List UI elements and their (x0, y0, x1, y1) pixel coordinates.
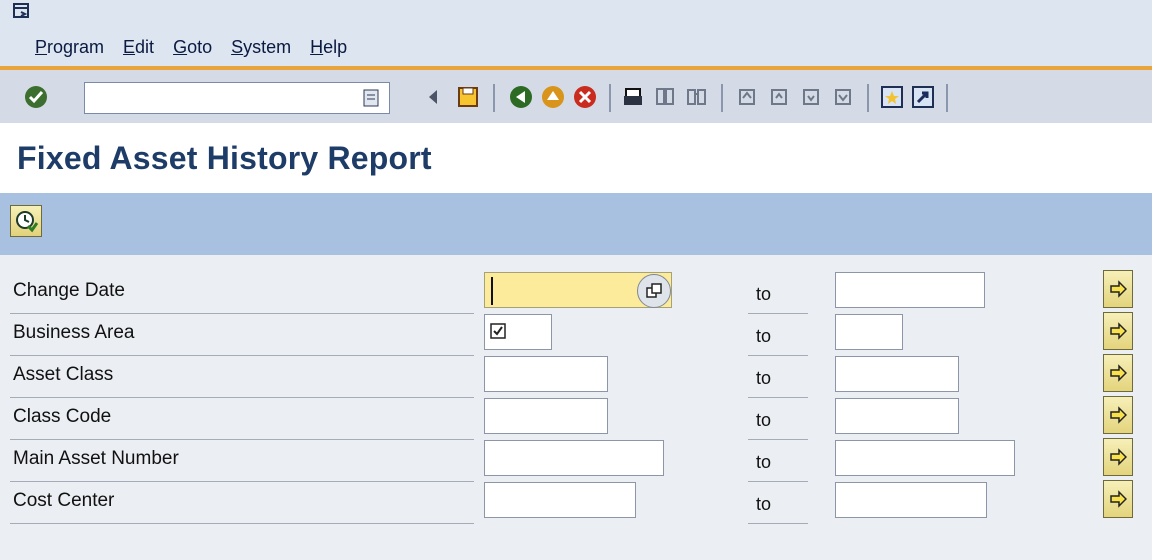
row-main-asset-number: Main Asset Number to (10, 438, 1133, 482)
arrow-right-icon (1110, 364, 1127, 382)
main-asset-number-to-input[interactable] (835, 440, 1015, 476)
row-change-date: Change Date to (10, 270, 1133, 314)
toolbar-separator (721, 84, 723, 112)
menu-goto[interactable]: Goto (173, 37, 212, 59)
change-date-to-input[interactable] (835, 272, 985, 308)
prev-page-icon[interactable] (766, 84, 792, 110)
arrow-right-icon (1110, 406, 1127, 424)
page-title: Fixed Asset History Report (17, 140, 432, 176)
execute-clock-icon (16, 211, 38, 233)
toolbar-separator (609, 84, 611, 112)
main-asset-number-label: Main Asset Number (13, 448, 179, 469)
asset-class-to-input[interactable] (835, 356, 959, 392)
cost-center-multiple-selection-button[interactable] (1103, 480, 1133, 518)
business-area-label: Business Area (13, 322, 135, 343)
back-icon[interactable] (508, 84, 534, 110)
change-date-label: Change Date (13, 280, 125, 301)
row-asset-class: Asset Class to (10, 354, 1133, 398)
standard-toolbar (0, 66, 1152, 123)
calendar-help-icon (646, 283, 662, 298)
arrow-right-icon (1110, 280, 1127, 298)
toolbar-separator (493, 84, 495, 112)
save-icon[interactable] (455, 84, 481, 110)
command-history-icon[interactable] (362, 88, 380, 108)
exit-icon[interactable] (540, 84, 566, 110)
cost-center-to-input[interactable] (835, 482, 987, 518)
to-underline (748, 523, 808, 524)
shortcut-icon[interactable] (910, 84, 936, 110)
execute-button[interactable] (10, 205, 42, 237)
checkbox-icon (490, 323, 506, 339)
toolbar-separator (946, 84, 948, 112)
menu-edit[interactable]: Edit (123, 37, 154, 59)
find-icon[interactable] (652, 84, 678, 110)
class-code-multiple-selection-button[interactable] (1103, 396, 1133, 434)
asset-class-from-input[interactable] (484, 356, 608, 392)
business-area-multiple-selection-button[interactable] (1103, 312, 1133, 350)
menu-bar: Program Edit Goto System Help (35, 37, 366, 59)
cost-center-from-input[interactable] (484, 482, 636, 518)
class-code-to-input[interactable] (835, 398, 959, 434)
back-triangle-icon[interactable] (420, 84, 446, 110)
business-area-to-input[interactable] (835, 314, 903, 350)
command-field[interactable] (84, 82, 390, 114)
row-cost-center: Cost Center to (10, 480, 1133, 524)
asset-class-label: Asset Class (13, 364, 114, 385)
menu-program[interactable]: Program (35, 37, 104, 59)
menu-system[interactable]: System (231, 37, 291, 59)
application-toolbar (0, 193, 1152, 255)
cost-center-label: Cost Center (13, 490, 115, 511)
first-page-icon[interactable] (734, 84, 760, 110)
menu-help[interactable]: Help (310, 37, 347, 59)
next-page-icon[interactable] (798, 84, 824, 110)
asset-class-multiple-selection-button[interactable] (1103, 354, 1133, 392)
class-code-label: Class Code (13, 406, 112, 427)
to-label: to (756, 494, 772, 514)
to-label: to (756, 284, 772, 304)
to-label: to (756, 368, 772, 388)
toolbar-separator (867, 84, 869, 112)
arrow-right-icon (1110, 448, 1127, 466)
text-cursor (491, 277, 493, 305)
change-date-calendar-button[interactable] (637, 274, 671, 308)
main-asset-number-multiple-selection-button[interactable] (1103, 438, 1133, 476)
label-underline (10, 523, 474, 524)
new-session-icon[interactable] (879, 84, 905, 110)
find-next-icon[interactable] (684, 84, 710, 110)
cancel-icon[interactable] (572, 84, 598, 110)
last-page-icon[interactable] (830, 84, 856, 110)
system-menu-icon[interactable] (13, 3, 31, 19)
to-label: to (756, 410, 772, 430)
check-icon[interactable] (23, 84, 49, 110)
main-asset-number-from-input[interactable] (484, 440, 664, 476)
to-label: to (756, 326, 772, 346)
arrow-right-icon (1110, 322, 1127, 340)
menu-area: Program Edit Goto System Help (0, 0, 1152, 66)
row-class-code: Class Code to (10, 396, 1133, 440)
business-area-from-input[interactable] (484, 314, 552, 350)
to-label: to (756, 452, 772, 472)
arrow-right-icon (1110, 490, 1127, 508)
print-icon[interactable] (620, 84, 646, 110)
class-code-from-input[interactable] (484, 398, 608, 434)
change-date-multiple-selection-button[interactable] (1103, 270, 1133, 308)
row-business-area: Business Area to (10, 312, 1133, 356)
